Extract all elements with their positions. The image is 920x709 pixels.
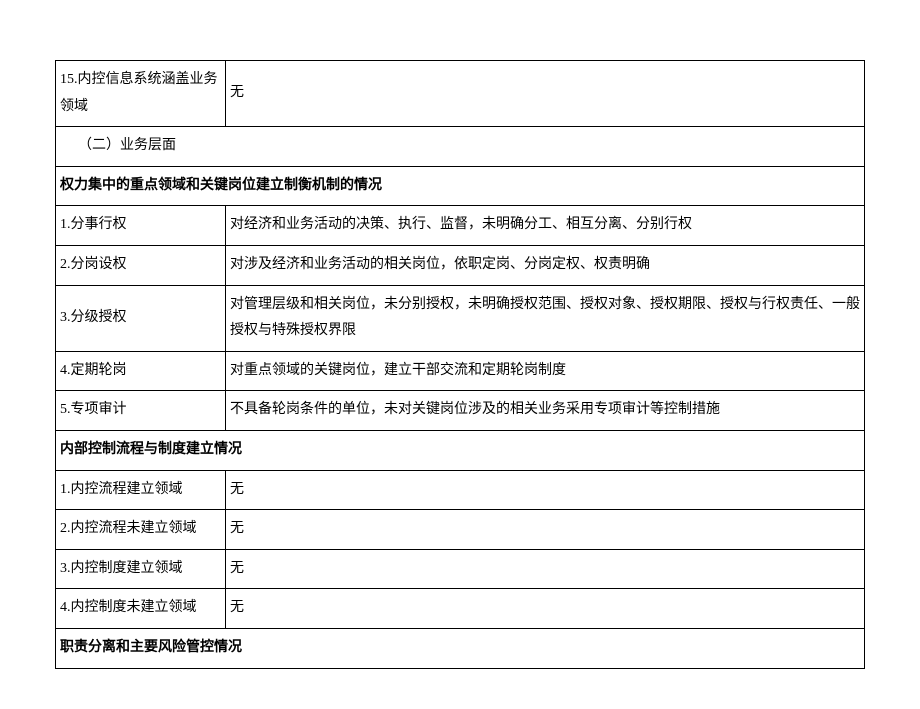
row-label: 3.内控制度建立领域 bbox=[56, 549, 226, 589]
row-value: 对涉及经济和业务活动的相关岗位，依职定岗、分岗定权、权责明确 bbox=[226, 245, 865, 285]
section-title: （二）业务层面 bbox=[56, 127, 865, 167]
row-value: 不具备轮岗条件的单位，未对关键岗位涉及的相关业务采用专项审计等控制措施 bbox=[226, 391, 865, 431]
row-label: 2.内控流程未建立领域 bbox=[56, 510, 226, 550]
row-value: 对经济和业务活动的决策、执行、监督，未明确分工、相互分离、分别行权 bbox=[226, 206, 865, 246]
row-value: 对重点领域的关键岗位，建立干部交流和定期轮岗制度 bbox=[226, 351, 865, 391]
section-header: 权力集中的重点领域和关键岗位建立制衡机制的情况 bbox=[56, 166, 865, 206]
section-header-row: 权力集中的重点领域和关键岗位建立制衡机制的情况 bbox=[56, 166, 865, 206]
section-title-row: （二）业务层面 bbox=[56, 127, 865, 167]
row-value: 无 bbox=[226, 61, 865, 127]
table-row: 2.分岗设权 对涉及经济和业务活动的相关岗位，依职定岗、分岗定权、权责明确 bbox=[56, 245, 865, 285]
row-value: 对管理层级和相关岗位，未分别授权，未明确授权范围、授权对象、授权期限、授权与行权… bbox=[226, 285, 865, 351]
table-row: 3.分级授权 对管理层级和相关岗位，未分别授权，未明确授权范围、授权对象、授权期… bbox=[56, 285, 865, 351]
row-label: 1.内控流程建立领域 bbox=[56, 470, 226, 510]
row-label: 5.专项审计 bbox=[56, 391, 226, 431]
row-label: 4.定期轮岗 bbox=[56, 351, 226, 391]
row-value: 无 bbox=[226, 510, 865, 550]
section-header-row: 内部控制流程与制度建立情况 bbox=[56, 430, 865, 470]
row-value: 无 bbox=[226, 549, 865, 589]
row-label: 3.分级授权 bbox=[56, 285, 226, 351]
row-label: 15.内控信息系统涵盖业务领域 bbox=[56, 61, 226, 127]
row-label: 2.分岗设权 bbox=[56, 245, 226, 285]
section-header: 内部控制流程与制度建立情况 bbox=[56, 430, 865, 470]
table-row: 5.专项审计 不具备轮岗条件的单位，未对关键岗位涉及的相关业务采用专项审计等控制… bbox=[56, 391, 865, 431]
row-value: 无 bbox=[226, 589, 865, 629]
table-row: 1.内控流程建立领域 无 bbox=[56, 470, 865, 510]
table-row: 2.内控流程未建立领域 无 bbox=[56, 510, 865, 550]
table-row: 1.分事行权 对经济和业务活动的决策、执行、监督，未明确分工、相互分离、分别行权 bbox=[56, 206, 865, 246]
document-table: 15.内控信息系统涵盖业务领域 无 （二）业务层面 权力集中的重点领域和关键岗位… bbox=[55, 60, 865, 669]
section-header: 职责分离和主要风险管控情况 bbox=[56, 628, 865, 668]
table-row: 3.内控制度建立领域 无 bbox=[56, 549, 865, 589]
row-label: 1.分事行权 bbox=[56, 206, 226, 246]
table-row: 4.定期轮岗 对重点领域的关键岗位，建立干部交流和定期轮岗制度 bbox=[56, 351, 865, 391]
row-value: 无 bbox=[226, 470, 865, 510]
row-label: 4.内控制度未建立领域 bbox=[56, 589, 226, 629]
table-row: 15.内控信息系统涵盖业务领域 无 bbox=[56, 61, 865, 127]
section-header-row: 职责分离和主要风险管控情况 bbox=[56, 628, 865, 668]
table-row: 4.内控制度未建立领域 无 bbox=[56, 589, 865, 629]
